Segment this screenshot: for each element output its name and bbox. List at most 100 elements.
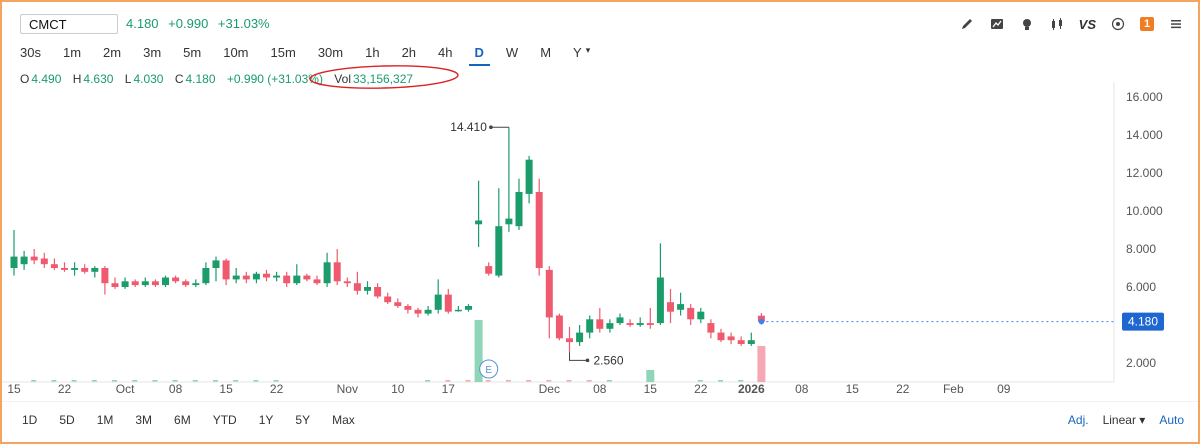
candle-body — [283, 275, 291, 284]
candle-body — [555, 315, 563, 339]
candle-body — [101, 268, 109, 284]
candle-body — [747, 340, 755, 344]
volume-bar — [273, 380, 279, 382]
x-tick-label: 22 — [58, 382, 72, 396]
range-1m[interactable]: 1M — [97, 413, 114, 427]
candle-body — [525, 159, 533, 194]
candle-body — [596, 319, 604, 329]
y-tick-label: 12.000 — [1126, 166, 1163, 180]
candle-body — [454, 309, 462, 312]
volume-bar — [112, 380, 117, 382]
volume-bar — [505, 380, 511, 382]
volume-bar — [606, 380, 612, 382]
low-leader-line — [569, 352, 588, 361]
candle-body — [151, 281, 159, 286]
range-5d[interactable]: 5D — [59, 413, 74, 427]
candle-body — [81, 268, 89, 272]
x-tick-label: 22 — [896, 382, 910, 396]
candle-body — [141, 281, 149, 286]
volume-bar — [425, 380, 431, 382]
y-tick-label: 14.000 — [1126, 128, 1163, 142]
range-max[interactable]: Max — [332, 413, 355, 427]
price-chart[interactable]: 2.0004.0006.0008.00010.00012.00014.00016… — [2, 2, 1198, 402]
earnings-event-label: E — [485, 365, 492, 376]
volume-bar — [132, 380, 138, 382]
auto-scale-toggle[interactable]: Auto — [1159, 413, 1184, 427]
candle-body — [697, 311, 705, 320]
candle-body — [242, 275, 250, 280]
volume-bar — [738, 380, 744, 382]
range-3m[interactable]: 3M — [135, 413, 152, 427]
candle-body — [545, 269, 553, 318]
candle-body — [465, 306, 472, 310]
candle-body — [192, 283, 200, 286]
candle-body — [61, 268, 68, 270]
volume-bar — [566, 380, 572, 382]
x-tick-label: 08 — [169, 382, 183, 396]
candle-body — [414, 309, 422, 314]
volume-bar — [757, 346, 766, 382]
candle-body — [333, 262, 341, 282]
candle-body — [10, 256, 18, 268]
adjust-toggle[interactable]: Adj. — [1068, 413, 1089, 427]
candle-body — [495, 226, 503, 276]
x-tick-label: Dec — [539, 382, 560, 396]
scale-mode-select[interactable]: Linear ▾ — [1103, 413, 1146, 427]
candle-body — [646, 323, 654, 325]
candle-body — [535, 192, 543, 268]
candle-body — [313, 279, 321, 284]
candle-body — [353, 283, 361, 291]
candle-body — [374, 287, 382, 297]
candle-body — [111, 283, 119, 287]
volume-bar — [718, 380, 723, 382]
x-tick-label: Nov — [337, 382, 358, 396]
high-label: 14.410 — [450, 120, 487, 134]
x-tick-label: 15 — [7, 382, 21, 396]
last-price-tag-label: 4.180 — [1128, 315, 1158, 329]
x-tick-label: 15 — [644, 382, 658, 396]
y-tick-label: 2.000 — [1126, 356, 1156, 370]
volume-bar — [697, 380, 703, 382]
range-ytd[interactable]: YTD — [213, 413, 237, 427]
candle-body — [656, 277, 664, 324]
y-tick-label: 10.000 — [1126, 204, 1163, 218]
candle-body — [121, 281, 129, 287]
scale-controls: Adj. Linear ▾ Auto — [1068, 413, 1184, 427]
volume-bar — [586, 380, 592, 382]
x-tick-label: 08 — [593, 382, 607, 396]
volume-bar — [485, 380, 491, 382]
range-6m[interactable]: 6M — [174, 413, 191, 427]
candle-body — [485, 266, 493, 274]
candle-body — [677, 304, 685, 310]
candle-body — [667, 302, 674, 312]
volume-bar — [152, 380, 158, 382]
range-1d[interactable]: 1D — [22, 413, 37, 427]
candle-body — [576, 332, 584, 343]
candle-body — [444, 294, 452, 312]
volume-bar — [71, 380, 77, 382]
scale-mode-label: Linear — [1102, 413, 1136, 427]
candle-body — [71, 268, 79, 270]
x-tick-label: 09 — [997, 382, 1011, 396]
candle-body — [606, 323, 614, 329]
candle-body — [303, 275, 311, 280]
x-tick-label: 10 — [391, 382, 405, 396]
x-tick-label: 17 — [442, 382, 456, 396]
candle-body — [172, 277, 180, 282]
candle-body — [50, 264, 58, 268]
low-label: 2.560 — [594, 353, 624, 367]
last-price-dot — [758, 318, 765, 325]
candle-body — [162, 277, 169, 286]
volume-bar — [91, 380, 97, 382]
volume-bar — [172, 380, 178, 382]
volume-bar — [213, 380, 218, 382]
low-marker — [585, 358, 590, 363]
candle-body — [586, 319, 594, 333]
y-tick-label: 8.000 — [1126, 242, 1156, 256]
volume-bar — [646, 370, 655, 382]
volume-bar — [465, 380, 471, 382]
volume-bar — [526, 380, 532, 382]
candle-body — [636, 323, 644, 325]
range-1y[interactable]: 1Y — [259, 413, 274, 427]
range-5y[interactable]: 5Y — [295, 413, 310, 427]
